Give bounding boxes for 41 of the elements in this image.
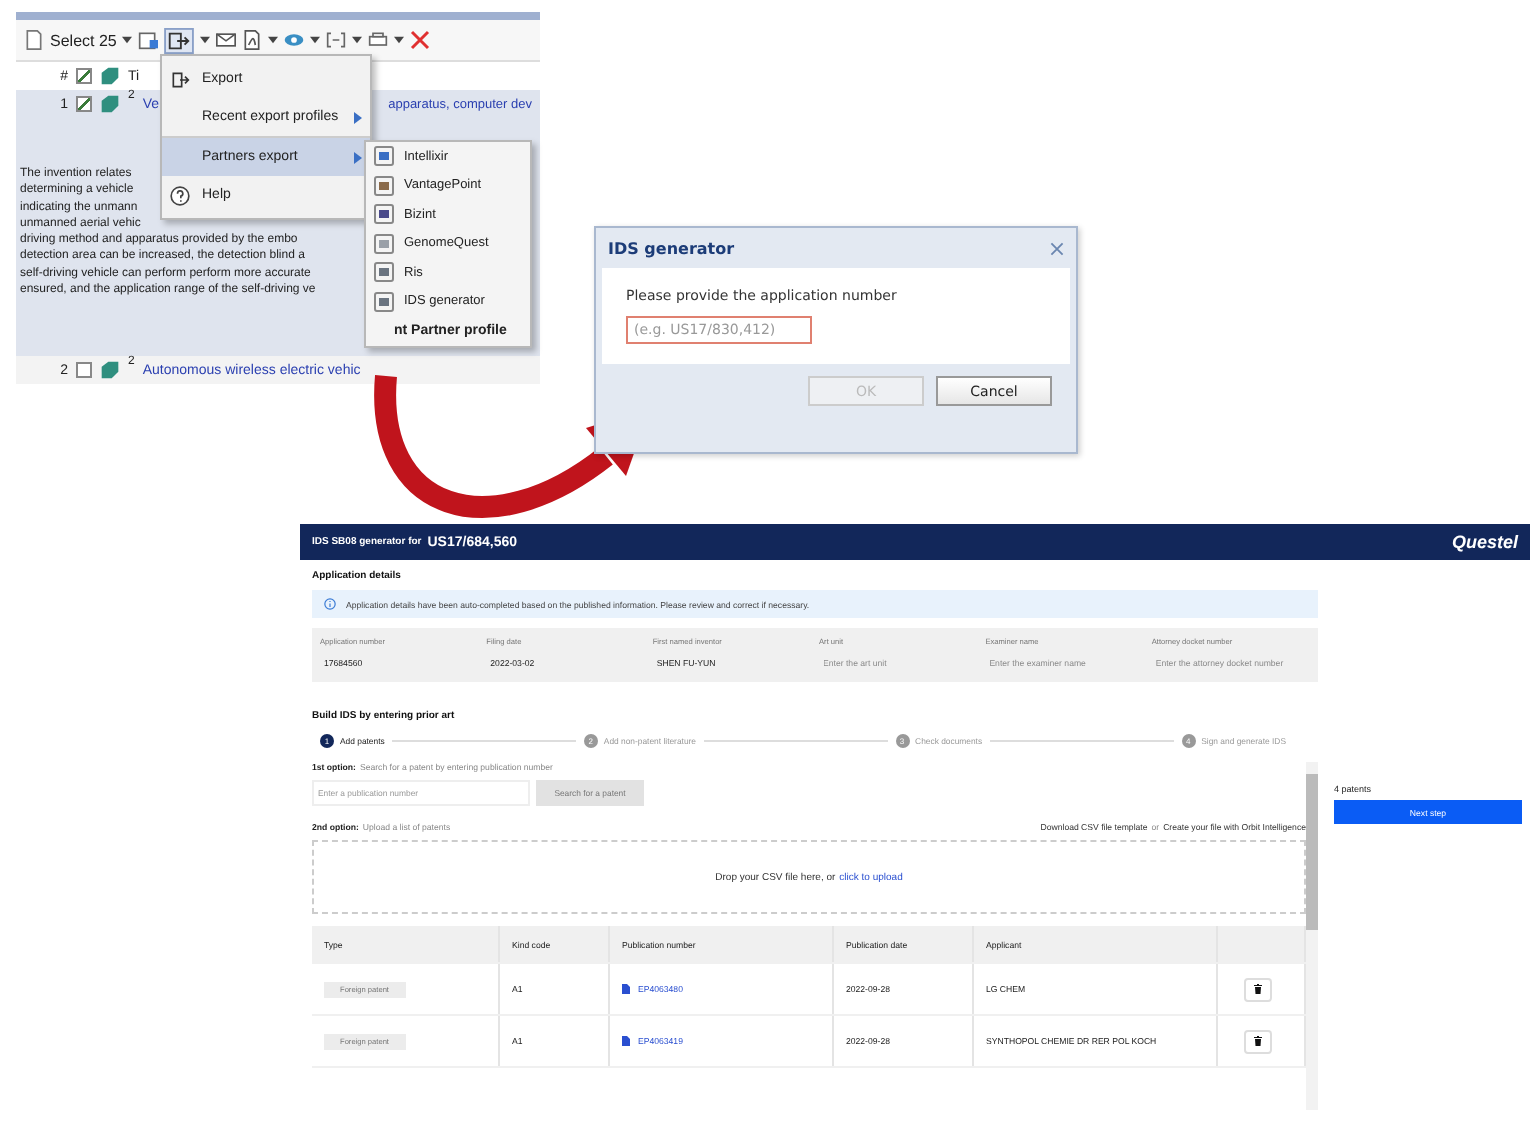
caret-icon[interactable] bbox=[352, 36, 363, 44]
tag-icon bbox=[100, 360, 120, 380]
scrollbar[interactable] bbox=[1306, 762, 1318, 1110]
submenu-arrow-icon bbox=[354, 111, 362, 123]
app-logo-icon bbox=[374, 175, 394, 196]
row-checkbox[interactable] bbox=[76, 96, 92, 112]
help-icon bbox=[170, 185, 190, 205]
pdf-icon[interactable] bbox=[242, 30, 263, 50]
delete-button[interactable] bbox=[1244, 1029, 1272, 1053]
export-tool-icon[interactable] bbox=[164, 27, 195, 53]
row-checkbox[interactable] bbox=[76, 362, 92, 378]
document-icon[interactable] bbox=[24, 30, 44, 50]
caret-icon[interactable] bbox=[268, 36, 279, 44]
info-icon bbox=[324, 598, 336, 610]
app-logo-icon bbox=[374, 146, 394, 167]
close-icon[interactable] bbox=[410, 30, 431, 50]
dialog-title: IDS generator bbox=[608, 239, 735, 257]
export-icon bbox=[170, 69, 190, 89]
caret-icon[interactable] bbox=[200, 36, 211, 44]
caret-icon[interactable] bbox=[394, 36, 405, 44]
delete-button[interactable] bbox=[1244, 977, 1272, 1001]
app-logo-icon bbox=[374, 291, 394, 312]
trash-icon bbox=[1254, 1036, 1262, 1046]
submenu-arrow-icon bbox=[354, 151, 362, 163]
select-all-checkbox[interactable] bbox=[76, 68, 92, 84]
app-logo-icon bbox=[374, 204, 394, 225]
select-count[interactable]: Select 25 bbox=[50, 31, 117, 49]
caret-icon[interactable] bbox=[310, 36, 321, 44]
logo: Questel bbox=[1451, 532, 1518, 552]
close-icon[interactable] bbox=[1050, 241, 1064, 255]
document-icon bbox=[622, 1036, 630, 1046]
clipboard-icon[interactable] bbox=[138, 30, 159, 50]
app-logo-icon bbox=[374, 233, 394, 254]
app-logo-icon bbox=[374, 262, 394, 283]
trash-icon bbox=[1254, 984, 1262, 994]
printer-icon[interactable] bbox=[368, 30, 389, 50]
caret-icon[interactable] bbox=[122, 36, 133, 44]
brackets-icon[interactable] bbox=[326, 30, 347, 50]
eye-icon[interactable] bbox=[284, 30, 305, 50]
mail-icon[interactable] bbox=[216, 30, 237, 50]
document-icon bbox=[622, 984, 630, 994]
